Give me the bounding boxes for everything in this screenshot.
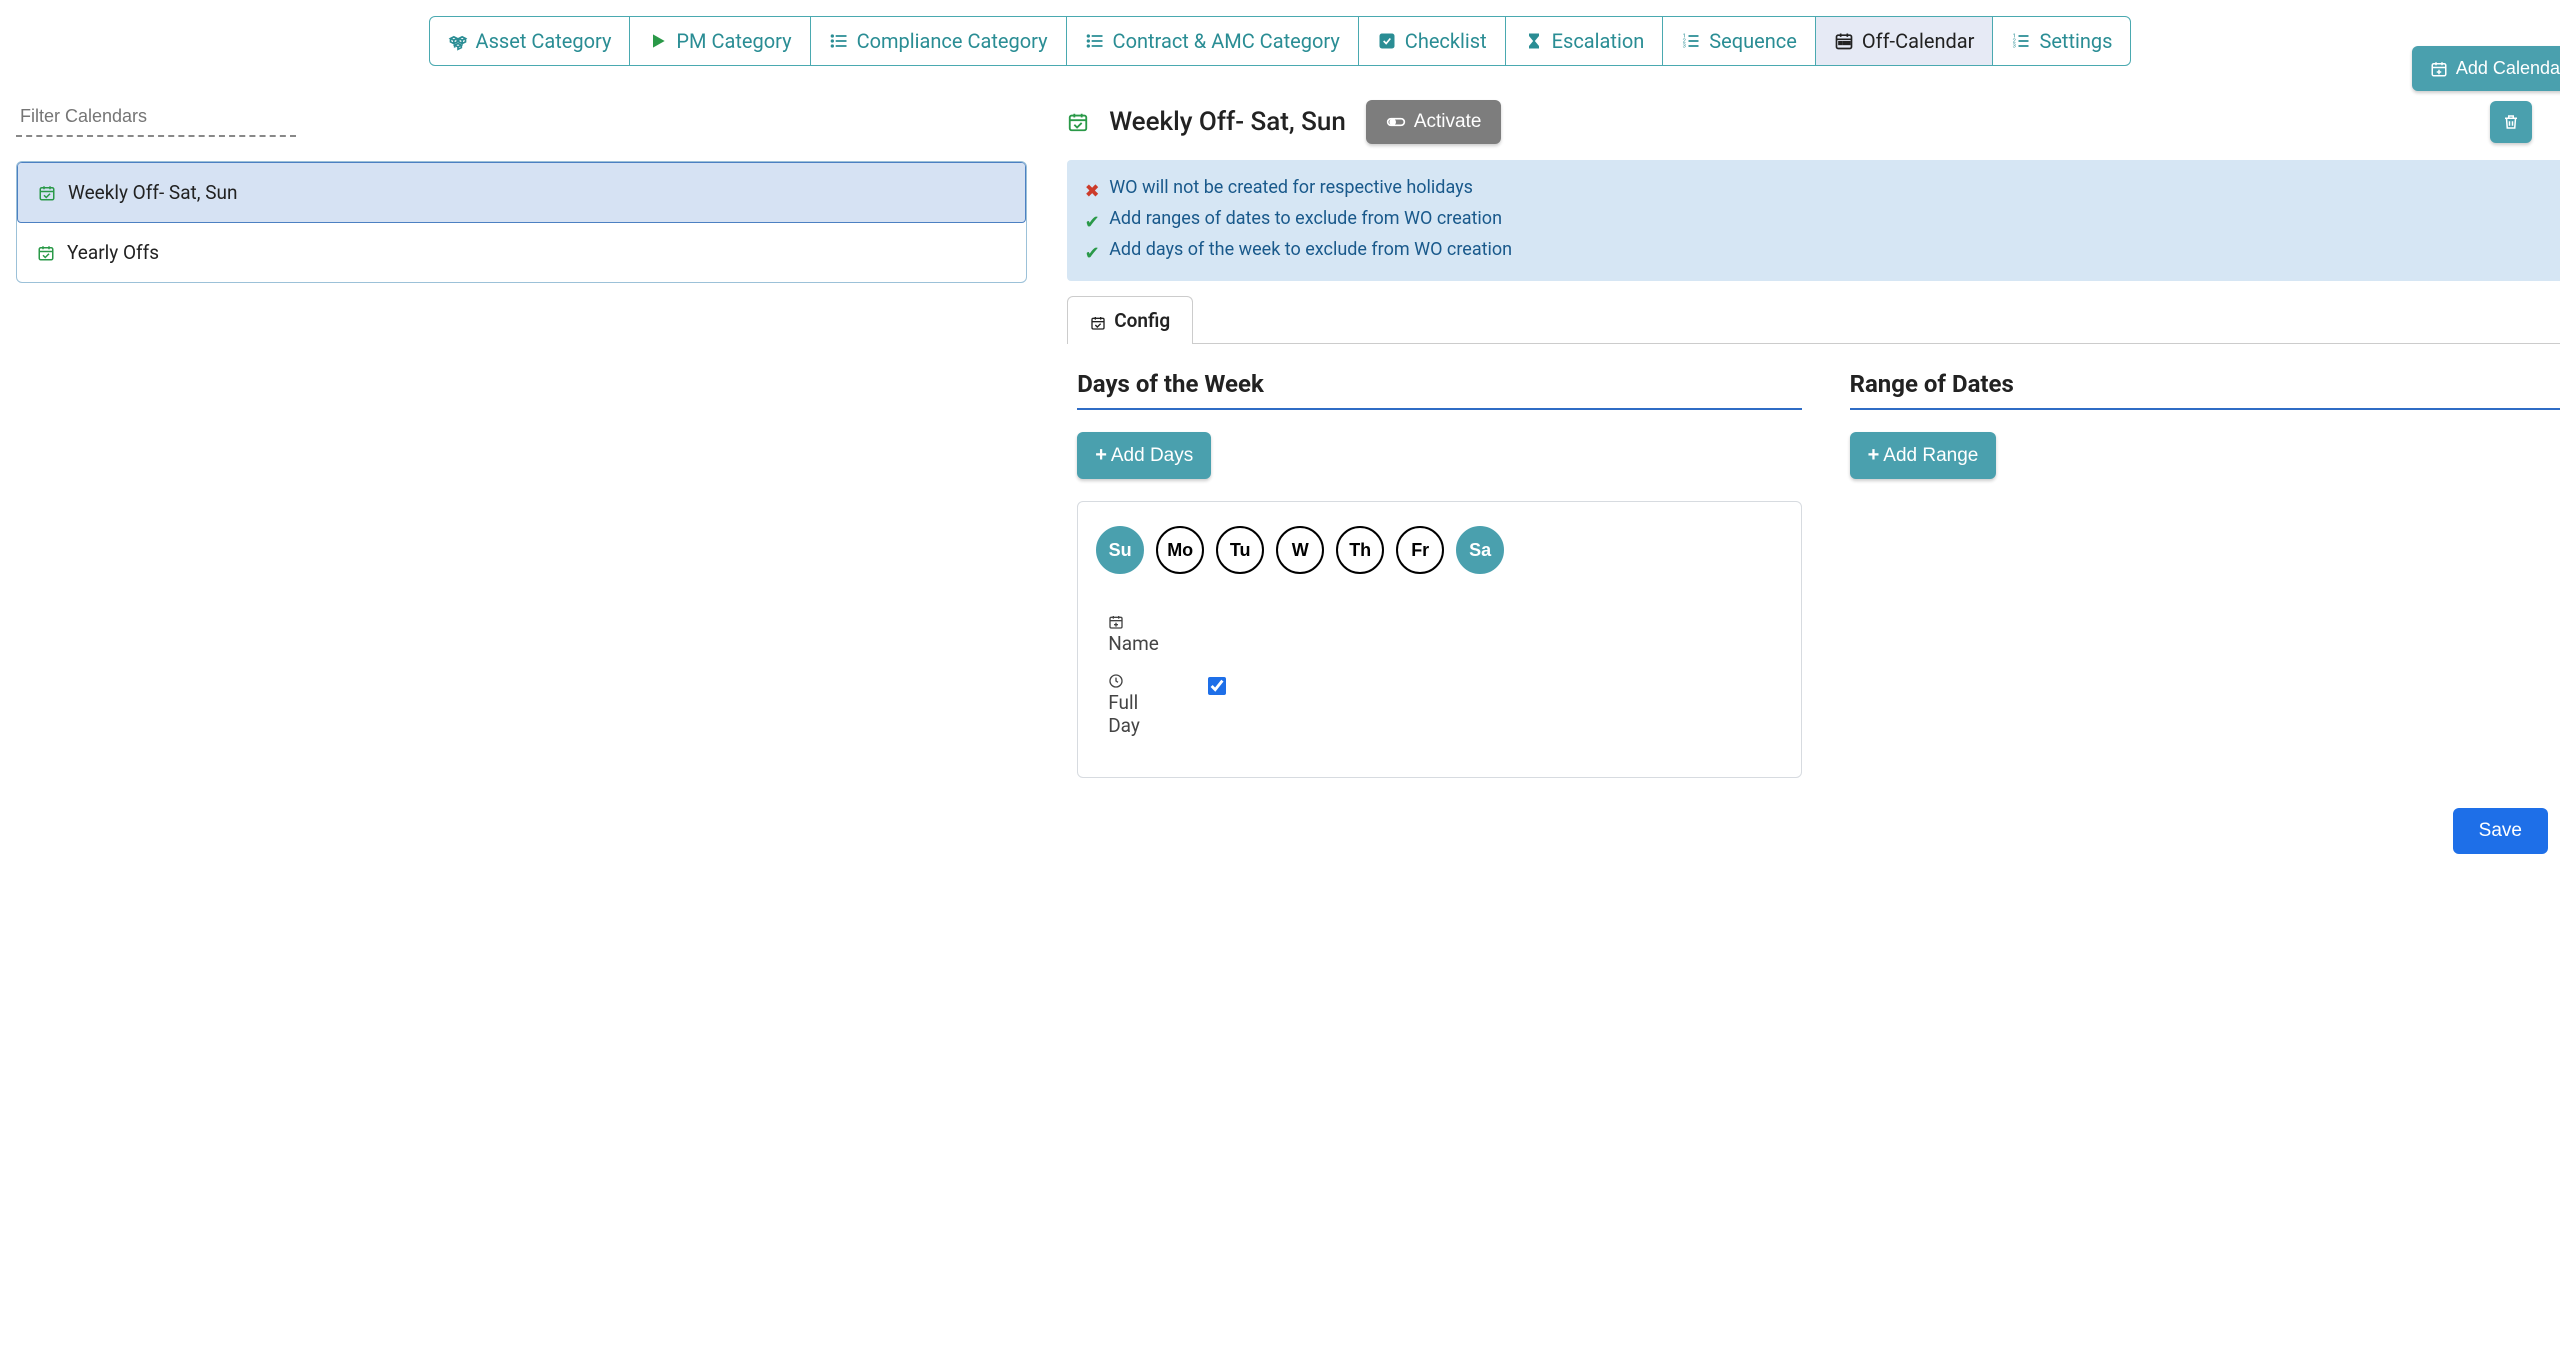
info-line: ✔ Add ranges of dates to exclude from WO… bbox=[1085, 205, 2560, 236]
tab-label: Sequence bbox=[1709, 29, 1797, 53]
plus-icon: + bbox=[1868, 444, 1880, 467]
name-label-text: Name bbox=[1108, 632, 1159, 655]
info-text: WO will not be created for respective ho… bbox=[1109, 174, 1473, 201]
tab-label: Contract & AMC Category bbox=[1113, 29, 1340, 53]
calendar-check-icon bbox=[37, 244, 55, 262]
tab-label: Compliance Category bbox=[857, 29, 1048, 53]
clock-icon bbox=[1108, 671, 1124, 687]
day-toggle-mo[interactable]: Mo bbox=[1156, 526, 1204, 574]
activate-button[interactable]: Activate bbox=[1366, 100, 1502, 144]
tab-label: Settings bbox=[2039, 29, 2112, 53]
info-text: Add days of the week to exclude from WO … bbox=[1109, 236, 1512, 263]
tab-label: Asset Category bbox=[476, 29, 612, 53]
add-range-button[interactable]: +Add Range bbox=[1850, 432, 1997, 479]
x-icon: ✖ bbox=[1085, 178, 1099, 205]
plus-icon: + bbox=[1095, 444, 1107, 467]
info-line: ✔ Add days of the week to exclude from W… bbox=[1085, 236, 2560, 267]
check-icon: ✔ bbox=[1085, 209, 1099, 236]
day-toggle-su[interactable]: Su bbox=[1096, 526, 1144, 574]
info-box: ✖ WO will not be created for respective … bbox=[1067, 160, 2560, 281]
save-button[interactable]: Save bbox=[2453, 808, 2548, 854]
calendar-item-label: Yearly Offs bbox=[67, 241, 159, 264]
add-range-label: Add Range bbox=[1883, 445, 1978, 467]
day-toggle-tu[interactable]: Tu bbox=[1216, 526, 1264, 574]
calendar-check-icon bbox=[38, 184, 56, 202]
full-day-label-text: Full Day bbox=[1108, 691, 1148, 737]
days-section-title: Days of the Week bbox=[1077, 370, 1801, 410]
svg-text:3: 3 bbox=[1683, 44, 1686, 50]
range-section: Range of Dates +Add Range bbox=[1850, 370, 2560, 778]
check-icon: ✔ bbox=[1085, 240, 1099, 267]
detail-title: Weekly Off- Sat, Sun bbox=[1109, 107, 1346, 137]
calendar-plus-icon bbox=[1108, 612, 1124, 628]
config-tabs: Config bbox=[1067, 295, 2560, 344]
tab-off-calendar[interactable]: Off-Calendar bbox=[1816, 17, 1994, 65]
tab-compliance-category[interactable]: Compliance Category bbox=[811, 17, 1067, 65]
calendar-check-icon bbox=[1090, 313, 1106, 329]
calendar-list: Weekly Off- Sat, Sun Yearly Offs bbox=[16, 161, 1027, 283]
day-toggle-w[interactable]: W bbox=[1276, 526, 1324, 574]
day-card: SuMoTuWThFrSa Name bbox=[1077, 501, 1801, 778]
tab-label: Checklist bbox=[1405, 29, 1487, 53]
list-icon bbox=[829, 31, 849, 51]
list-ol-icon: 123 bbox=[1681, 31, 1701, 51]
tab-escalation[interactable]: Escalation bbox=[1506, 17, 1664, 65]
info-line: ✖ WO will not be created for respective … bbox=[1085, 174, 2560, 205]
full-day-checkbox[interactable] bbox=[1208, 677, 1226, 695]
detail-header: Weekly Off- Sat, Sun Activate ✖ bbox=[1067, 100, 2560, 144]
day-toggle-fr[interactable]: Fr bbox=[1396, 526, 1444, 574]
list-icon bbox=[1085, 31, 1105, 51]
svg-text:3: 3 bbox=[2013, 44, 2016, 50]
name-field-label: Name bbox=[1108, 612, 1159, 655]
tab-asset-category[interactable]: Asset Category bbox=[430, 17, 631, 65]
delete-button[interactable] bbox=[2490, 101, 2532, 143]
checkbox-icon bbox=[1377, 31, 1397, 51]
add-days-label: Add Days bbox=[1111, 445, 1193, 467]
calendar-icon bbox=[1834, 31, 1854, 51]
days-section: Days of the Week +Add Days SuMoTuWThFrSa… bbox=[1077, 370, 1801, 778]
trash-icon bbox=[2502, 113, 2520, 131]
tab-label: Off-Calendar bbox=[1862, 29, 1975, 53]
top-tabs: Asset Category PM Category Compliance Ca… bbox=[429, 16, 2132, 66]
config-tab-label: Config bbox=[1114, 309, 1170, 332]
tab-settings[interactable]: 123 Settings bbox=[1993, 17, 2130, 65]
tab-sequence[interactable]: 123 Sequence bbox=[1663, 17, 1816, 65]
full-day-field-label: Full Day bbox=[1108, 671, 1148, 737]
tab-contract-amc-category[interactable]: Contract & AMC Category bbox=[1067, 17, 1359, 65]
filter-calendars-input[interactable] bbox=[16, 100, 296, 137]
add-calendar-button[interactable]: Add Calendar bbox=[2412, 46, 2560, 91]
tab-pm-category[interactable]: PM Category bbox=[630, 17, 810, 65]
activate-label: Activate bbox=[1414, 111, 1482, 133]
info-text: Add ranges of dates to exclude from WO c… bbox=[1109, 205, 1502, 232]
cubes-icon bbox=[448, 31, 468, 51]
calendar-plus-icon bbox=[2430, 60, 2448, 78]
tab-label: PM Category bbox=[676, 29, 791, 53]
toggle-icon bbox=[1386, 112, 1406, 132]
play-icon bbox=[648, 31, 668, 51]
list-ol-icon: 123 bbox=[2011, 31, 2031, 51]
calendar-item-label: Weekly Off- Sat, Sun bbox=[68, 181, 237, 204]
calendar-check-icon bbox=[1067, 111, 1089, 133]
day-toggle-th[interactable]: Th bbox=[1336, 526, 1384, 574]
tab-config[interactable]: Config bbox=[1067, 296, 1193, 344]
tab-checklist[interactable]: Checklist bbox=[1359, 17, 1506, 65]
tab-label: Escalation bbox=[1552, 29, 1645, 53]
day-toggle-sa[interactable]: Sa bbox=[1456, 526, 1504, 574]
add-calendar-label: Add Calendar bbox=[2456, 58, 2560, 79]
range-section-title: Range of Dates bbox=[1850, 370, 2560, 410]
hourglass-icon bbox=[1524, 31, 1544, 51]
add-days-button[interactable]: +Add Days bbox=[1077, 432, 1211, 479]
calendar-item[interactable]: Yearly Offs bbox=[17, 223, 1026, 282]
calendar-item[interactable]: Weekly Off- Sat, Sun bbox=[17, 162, 1026, 223]
day-circles: SuMoTuWThFrSa bbox=[1096, 526, 1782, 574]
